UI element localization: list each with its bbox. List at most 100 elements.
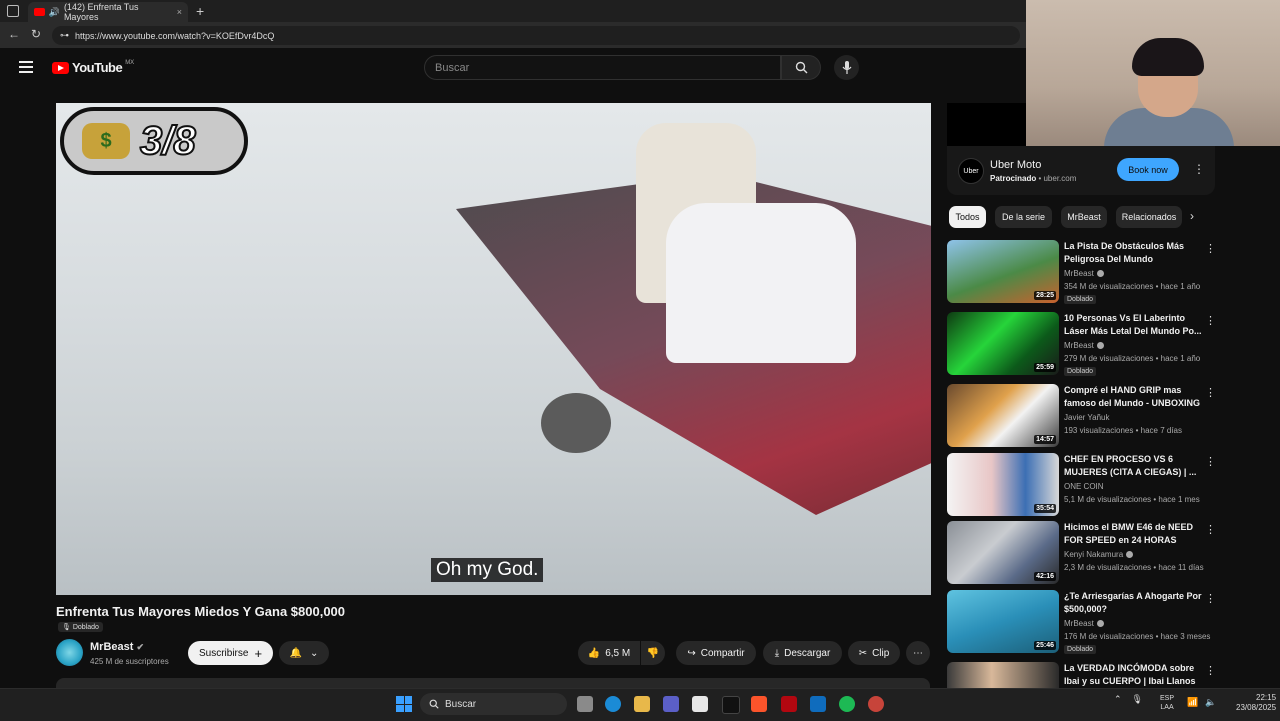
brave-icon[interactable] — [751, 696, 767, 712]
search-input[interactable]: Buscar — [424, 55, 781, 80]
channel-name[interactable]: ONE COIN — [1064, 482, 1104, 491]
chevron-right-icon[interactable]: › — [1190, 209, 1194, 223]
video-title[interactable]: CHEF EN PROCESO VS 6 MUJERES (CITA A CIE… — [1064, 453, 1204, 479]
video-thumbnail[interactable]: 14:57 — [947, 384, 1059, 447]
recommendation-item[interactable]: 42:16 Hicimos el BMW E46 de NEED FOR SPE… — [947, 521, 1222, 585]
more-icon[interactable]: ⋮ — [1205, 242, 1216, 255]
clock[interactable]: 22:15 23/08/2025 — [1236, 693, 1276, 713]
taskbar-search[interactable]: Buscar — [420, 693, 567, 715]
volume-icon[interactable]: 🔈 — [1205, 697, 1216, 708]
teams-icon[interactable] — [663, 696, 679, 712]
outlook-icon[interactable] — [810, 696, 826, 712]
edge-icon[interactable] — [605, 696, 621, 712]
more-icon[interactable]: ⋮ — [1205, 523, 1216, 536]
more-actions-button[interactable]: ⋯ — [906, 641, 930, 665]
search-icon — [429, 699, 439, 709]
more-icon[interactable]: ⋮ — [1205, 455, 1216, 468]
system-tray[interactable]: ⌃ 🎙 — [1114, 694, 1143, 705]
voice-search-button[interactable] — [834, 55, 859, 80]
like-count: 6,5 M — [605, 647, 631, 659]
clip-button[interactable]: ✂ Clip — [848, 641, 900, 665]
video-thumbnail[interactable] — [947, 662, 1059, 688]
video-title[interactable]: La VERDAD INCÓMODA sobre Ibai y su CUERP… — [1064, 662, 1204, 688]
video-title[interactable]: ¿Te Arriesgarías A Ahogarte Por $500,000… — [1064, 590, 1204, 616]
video-title[interactable]: La Pista De Obstáculos Más Peligrosa Del… — [1064, 240, 1204, 266]
chevron-up-icon[interactable]: ⌃ — [1114, 694, 1122, 705]
channel-name[interactable]: MrBeast ✔ — [90, 641, 144, 653]
more-icon[interactable]: ⋮ — [1205, 664, 1216, 677]
recommendation-item[interactable]: 35:54 CHEF EN PROCESO VS 6 MUJERES (CITA… — [947, 453, 1222, 517]
more-icon[interactable]: ⋮ — [1205, 386, 1216, 399]
address-bar[interactable]: ⊶ https://www.youtube.com/watch?v=KOEfDv… — [52, 26, 1020, 45]
file-explorer-icon[interactable] — [634, 696, 650, 712]
ad-banner[interactable] — [947, 103, 1026, 146]
video-thumbnail[interactable]: 25:59 — [947, 312, 1059, 375]
channel-avatar[interactable] — [56, 639, 83, 666]
video-meta: 193 visualizaciones • hace 7 días — [1064, 426, 1182, 435]
microphone-icon[interactable]: 🎙 — [1132, 694, 1143, 705]
audio-icon[interactable]: 🔊 — [49, 7, 60, 18]
dubbed-badge: Doblado — [1064, 645, 1097, 654]
uber-logo[interactable]: Uber — [958, 158, 984, 184]
download-button[interactable]: ⤓ Descargar — [763, 641, 842, 665]
chip-mrbeast[interactable]: MrBeast — [1061, 206, 1107, 228]
microphone-icon — [842, 61, 851, 74]
window-menu-icon[interactable] — [7, 5, 19, 17]
share-label: Compartir — [700, 647, 745, 659]
channel-name[interactable]: Javier Yañuk — [1064, 413, 1110, 422]
video-thumbnail[interactable]: 28:25 — [947, 240, 1059, 303]
video-thumbnail[interactable]: 25:46 — [947, 590, 1059, 653]
notifications-button[interactable]: 🔔 ⌄ — [279, 641, 329, 665]
store-icon[interactable] — [692, 696, 708, 712]
progress-badge: $ 3/8 — [60, 107, 248, 175]
reload-icon[interactable]: ↻ — [31, 27, 41, 41]
language-indicator[interactable]: ESP LAA — [1160, 694, 1174, 712]
site-info-icon[interactable]: ⊶ — [60, 30, 69, 41]
video-player[interactable] — [56, 103, 931, 595]
youtube-logo[interactable]: YouTube MX — [52, 60, 134, 75]
chip-relacionados[interactable]: Relacionados — [1116, 206, 1182, 228]
video-meta: 5,1 M de visualizaciones • hace 1 mes — [1064, 495, 1200, 504]
windows-start-icon[interactable] — [396, 696, 412, 712]
recommendation-item[interactable]: 25:59 10 Personas Vs El Laberinto Láser … — [947, 312, 1222, 376]
more-icon[interactable]: ⋮ — [1205, 592, 1216, 605]
book-now-button[interactable]: Book now — [1117, 158, 1179, 181]
video-thumbnail[interactable]: 42:16 — [947, 521, 1059, 584]
recommendation-item[interactable]: 14:57 Compré el HAND GRIP mas famoso del… — [947, 384, 1222, 448]
app-icon[interactable] — [868, 696, 884, 712]
spotify-icon[interactable] — [839, 696, 855, 712]
recommendation-item[interactable]: 28:25 La Pista De Obstáculos Más Peligro… — [947, 240, 1222, 304]
video-title[interactable]: 10 Personas Vs El Laberinto Láser Más Le… — [1064, 312, 1204, 338]
back-icon[interactable]: ← — [8, 27, 20, 41]
wifi-icon[interactable]: 📶 — [1187, 697, 1198, 708]
channel-name[interactable]: Kenyi Nakamura — [1064, 550, 1134, 559]
task-view-icon[interactable] — [577, 696, 593, 712]
subscribe-button[interactable]: Suscribirse + — [188, 641, 273, 665]
video-title[interactable]: Compré el HAND GRIP mas famoso del Mundo… — [1064, 384, 1204, 410]
tab-close-icon[interactable]: × — [177, 7, 182, 17]
dubbed-badge: Doblado — [1064, 295, 1097, 304]
channel-name[interactable]: MrBeast — [1064, 269, 1104, 278]
video-swimmer — [541, 393, 611, 453]
youtube-play-icon — [52, 61, 69, 74]
recommendation-item[interactable]: 25:46 ¿Te Arriesgarías A Ahogarte Por $5… — [947, 590, 1222, 654]
video-thumbnail[interactable]: 35:54 — [947, 453, 1059, 516]
netflix-icon[interactable] — [781, 696, 797, 712]
chip-todos[interactable]: Todos — [949, 206, 986, 228]
video-title[interactable]: Hicimos el BMW E46 de NEED FOR SPEED en … — [1064, 521, 1204, 547]
ad-title[interactable]: Uber Moto — [990, 159, 1041, 171]
channel-name[interactable]: MrBeast — [1064, 341, 1104, 350]
channel-name[interactable]: MrBeast — [1064, 619, 1104, 628]
new-tab-button[interactable]: + — [196, 3, 204, 19]
more-icon[interactable]: ⋮ — [1205, 314, 1216, 327]
browser-tab[interactable]: 🔊 (142) Enfrenta Tus Mayores × — [28, 2, 188, 22]
menu-icon[interactable] — [19, 61, 33, 76]
search-button[interactable] — [781, 55, 821, 80]
chip-de-la-serie[interactable]: De la serie — [995, 206, 1052, 228]
like-button[interactable]: 👍 6,5 M — [578, 641, 640, 665]
ad-more-icon[interactable]: ⋮ — [1193, 162, 1205, 176]
tiktok-icon[interactable] — [722, 696, 740, 714]
share-button[interactable]: ↪ Compartir — [676, 641, 756, 665]
dislike-button[interactable]: 👎 — [641, 641, 665, 665]
recommendation-item[interactable]: La VERDAD INCÓMODA sobre Ibai y su CUERP… — [947, 662, 1222, 688]
